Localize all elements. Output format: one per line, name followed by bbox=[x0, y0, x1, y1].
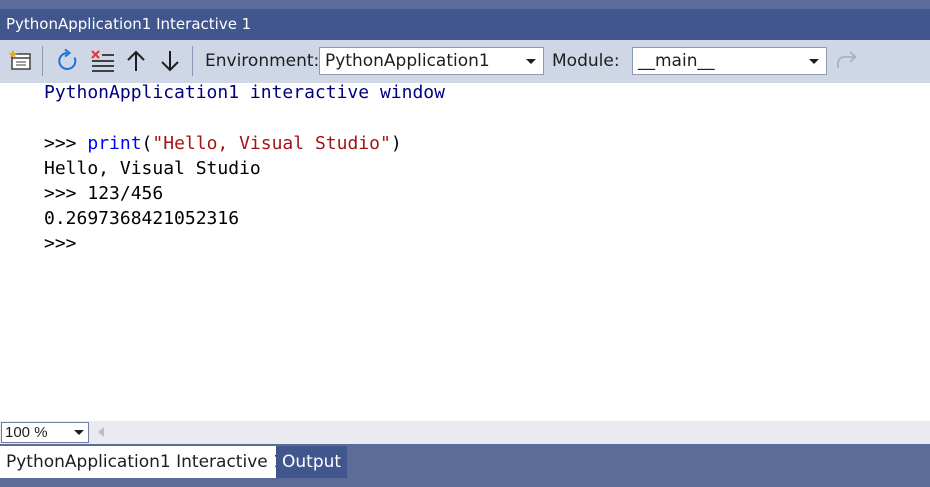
tab-interactive[interactable]: PythonApplication1 Interactive 1 bbox=[0, 446, 290, 478]
interactive-console[interactable]: PythonApplication1 interactive window >>… bbox=[0, 82, 930, 421]
console-output-line: 0.2697368421052316 bbox=[44, 208, 240, 229]
prompt: >>> bbox=[44, 133, 88, 154]
module-value: __main__ bbox=[638, 51, 715, 71]
prompt: >>> bbox=[44, 183, 88, 204]
console-input-line: >>> 123/456 bbox=[44, 181, 163, 206]
toolbar: Environment: PythonApplication1 Module: … bbox=[0, 40, 930, 83]
window-top-strip bbox=[0, 0, 930, 9]
history-up-icon[interactable] bbox=[123, 48, 149, 74]
clear-icon[interactable] bbox=[90, 48, 116, 74]
zoom-value: 100 % bbox=[5, 424, 48, 441]
chevron-down-icon bbox=[526, 59, 536, 64]
module-dropdown[interactable]: __main__ bbox=[632, 47, 827, 75]
window-title: PythonApplication1 Interactive 1 bbox=[0, 9, 930, 40]
tool-window-tabs: PythonApplication1 Interactive 1 Output bbox=[0, 444, 930, 487]
code-paren: ) bbox=[390, 133, 402, 154]
console-prompt-line[interactable]: >>> bbox=[44, 231, 77, 256]
zoom-dropdown[interactable]: 100 % bbox=[1, 422, 89, 443]
reset-icon[interactable] bbox=[55, 48, 81, 74]
chevron-down-icon bbox=[809, 59, 819, 64]
module-label: Module: bbox=[552, 51, 620, 71]
toolbar-separator bbox=[42, 46, 43, 76]
environment-dropdown[interactable]: PythonApplication1 bbox=[319, 47, 544, 75]
environment-label: Environment: bbox=[205, 51, 320, 71]
editor-status-row: 100 % bbox=[0, 421, 930, 444]
console-input-line: >>> print("Hello, Visual Studio") bbox=[44, 131, 402, 156]
scroll-left-icon[interactable] bbox=[98, 427, 104, 437]
environment-value: PythonApplication1 bbox=[325, 51, 490, 71]
toolbar-separator bbox=[192, 46, 193, 76]
history-down-icon[interactable] bbox=[157, 48, 183, 74]
chevron-down-icon bbox=[74, 430, 84, 435]
code-text: 123/456 bbox=[87, 183, 164, 204]
console-output-line: Hello, Visual Studio bbox=[44, 158, 261, 179]
redo-icon[interactable] bbox=[835, 48, 861, 74]
new-window-icon[interactable] bbox=[8, 48, 34, 74]
tab-output[interactable]: Output bbox=[276, 446, 348, 478]
code-keyword: print bbox=[87, 133, 142, 154]
code-paren: ( bbox=[141, 133, 153, 154]
console-banner: PythonApplication1 interactive window bbox=[44, 82, 445, 103]
code-string: "Hello, Visual Studio" bbox=[152, 133, 391, 154]
